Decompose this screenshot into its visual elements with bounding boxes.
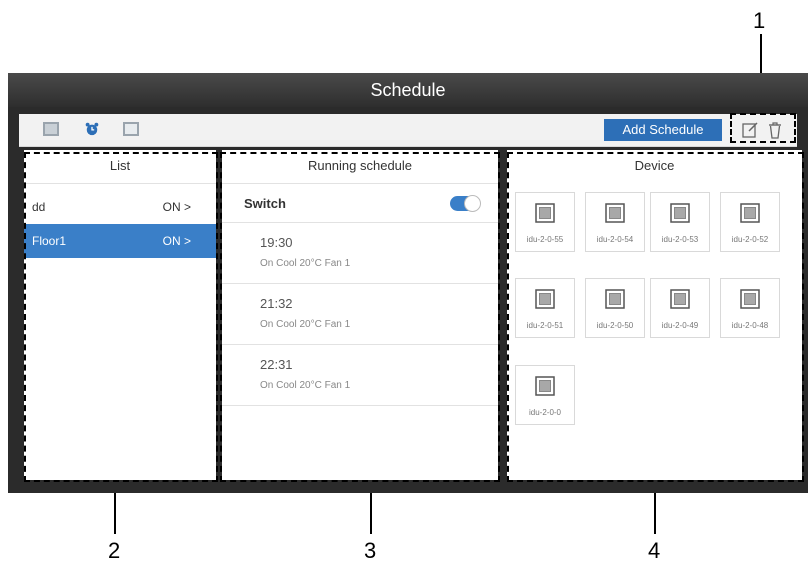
window-title: Schedule: [370, 80, 446, 100]
toolbar-actions-highlight: [730, 113, 796, 143]
list-panel-highlight: [24, 152, 218, 482]
callout-2: 2: [108, 538, 121, 563]
callout-3: 3: [364, 538, 377, 563]
alarm-clock-icon[interactable]: [84, 122, 100, 136]
list-view-icon[interactable]: [123, 122, 139, 136]
device-panel-highlight: [507, 152, 804, 482]
running-panel-highlight: [220, 152, 500, 482]
callout-1: 1: [753, 8, 766, 33]
title-bar: Schedule: [8, 73, 808, 107]
callout-4: 4: [648, 538, 661, 563]
calendar-icon[interactable]: [43, 122, 59, 136]
add-schedule-button[interactable]: Add Schedule: [604, 119, 722, 141]
